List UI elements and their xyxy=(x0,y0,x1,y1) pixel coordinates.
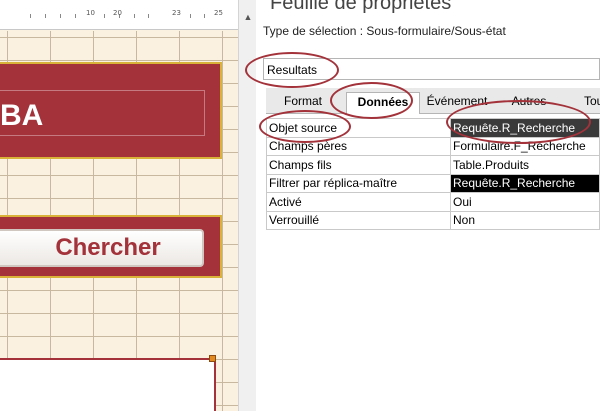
chevron-up-icon[interactable]: ▲ xyxy=(242,12,254,22)
property-name: Activé xyxy=(266,192,451,212)
property-value-input[interactable]: Requête.R_Recherche xyxy=(450,118,600,138)
results-subform-control[interactable] xyxy=(0,358,216,411)
property-tabs: Format Données Événement Autres Tou xyxy=(266,88,600,114)
table-row[interactable]: Filtrer par réplica-maître Requête.R_Rec… xyxy=(266,173,600,193)
selection-type-label: Type de sélection : Sous-formulaire/Sous… xyxy=(263,24,506,38)
horizontal-ruler: 10 20 23 25 xyxy=(0,0,238,30)
ruler-mark: 20 xyxy=(113,9,122,17)
property-name: Verrouillé xyxy=(266,210,451,230)
search-button[interactable]: Chercher xyxy=(0,229,204,267)
tab-format[interactable]: Format xyxy=(278,92,328,114)
property-name: Champs pères xyxy=(266,136,451,156)
property-value-input[interactable]: Oui xyxy=(450,192,600,212)
property-name: Filtrer par réplica-maître xyxy=(266,173,451,193)
property-value-input[interactable]: Table.Produits xyxy=(450,155,600,175)
form-design-surface[interactable]: 10 20 23 25 BA Chercher xyxy=(0,0,238,411)
tab-autres[interactable]: Autres xyxy=(504,92,554,114)
object-selector-value: Resultats xyxy=(267,63,318,77)
property-name: Champs fils xyxy=(266,155,451,175)
table-row[interactable]: Verrouillé Non xyxy=(266,210,600,230)
property-value-input[interactable]: Requête.R_Recherche xyxy=(450,173,600,193)
header-title-frame[interactable]: BA xyxy=(0,90,205,136)
search-section[interactable]: Chercher xyxy=(0,215,222,278)
form-header-section[interactable]: BA xyxy=(0,62,222,159)
property-name: Objet source xyxy=(266,118,451,138)
ruler-mark: 23 xyxy=(172,9,181,17)
ruler-mark: 10 xyxy=(86,9,95,17)
table-row[interactable]: Activé Oui xyxy=(266,192,600,212)
table-row[interactable]: Champs pères Formulaire.F_Recherche xyxy=(266,136,600,156)
vertical-scrollbar[interactable]: ▲ xyxy=(238,0,256,411)
property-sheet-pane: Feuille de propriétés Type de sélection … xyxy=(256,0,600,411)
table-row[interactable]: Objet source Requête.R_Recherche xyxy=(266,118,600,138)
ruler-mark: 25 xyxy=(214,9,223,17)
property-value-input[interactable]: Formulaire.F_Recherche xyxy=(450,136,600,156)
property-grid: Objet source Requête.R_Recherche Champs … xyxy=(266,118,600,230)
tab-evenement[interactable]: Événement xyxy=(422,92,492,114)
table-row[interactable]: Champs fils Table.Produits xyxy=(266,155,600,175)
tab-donnees[interactable]: Données xyxy=(346,92,420,114)
header-title-label: BA xyxy=(0,99,44,132)
resize-handle[interactable] xyxy=(209,355,216,362)
property-value-input[interactable]: Non xyxy=(450,210,600,230)
tab-toutes[interactable]: Tou xyxy=(584,92,600,114)
property-sheet-title: Feuille de propriétés xyxy=(270,0,452,14)
object-selector-combo[interactable]: Resultats xyxy=(263,58,600,80)
